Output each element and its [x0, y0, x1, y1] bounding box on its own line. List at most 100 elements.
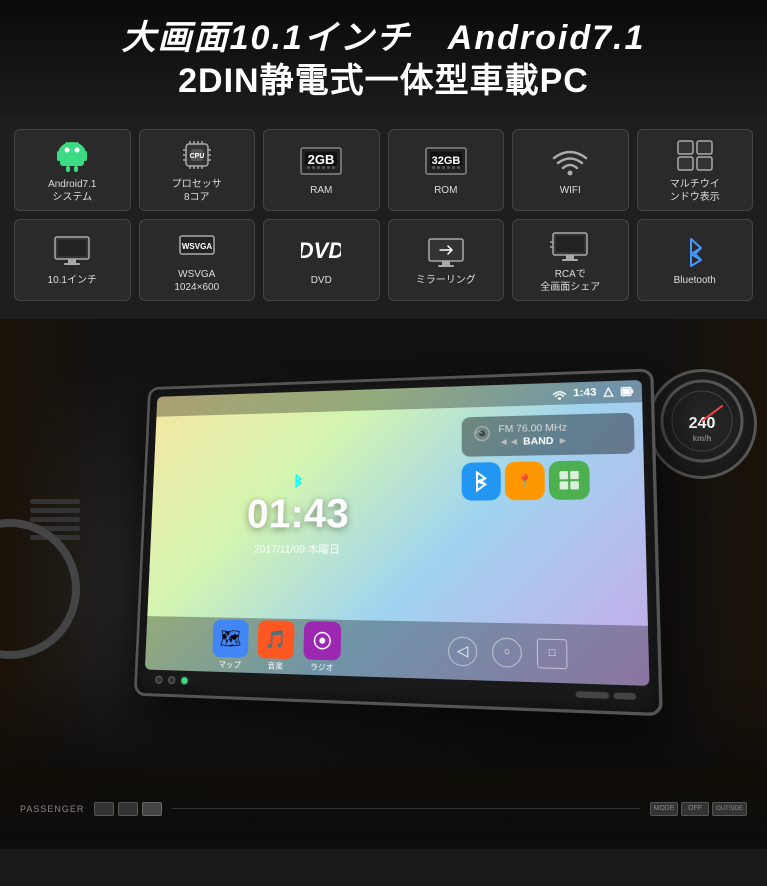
clock-display: 01:43: [246, 489, 349, 536]
app-radio-icon: [303, 621, 341, 660]
bluetooth-icon: [673, 232, 717, 270]
title-line2: 2DIN静電式一体型車載PC: [20, 59, 747, 103]
speedo-numbers: 240 km/h: [657, 376, 747, 471]
svg-text:DVD: DVD: [301, 238, 341, 263]
feature-rom: 32GB ROM: [388, 129, 505, 211]
mirror-icon: [424, 232, 468, 270]
monitor-icon: [50, 232, 94, 270]
right-controls: [575, 691, 636, 700]
feature-ram: 2GB RAM: [263, 129, 380, 211]
nav-back-btn[interactable]: ◁: [447, 636, 476, 666]
app-grid: 📍: [461, 460, 635, 501]
cpu-label: プロセッサ8コア: [172, 178, 222, 204]
app-bottom-row: 🗺 マップ 🎵 音楽: [211, 619, 341, 673]
screen-clock-area: 01:43 2017/11/09 木曜日: [147, 408, 453, 622]
car-section: 240 km/h 1:43: [0, 319, 767, 849]
fm-widget: FM 76.00 MHz ◄◄ BAND ►: [461, 413, 634, 457]
feature-wifi: WIFI: [512, 129, 629, 211]
bottom-dashboard: PASSENGER MODE OFF OUTSIDE: [0, 769, 767, 849]
mirror-label: ミラーリング: [416, 274, 476, 287]
svg-text:32GB: 32GB: [431, 155, 460, 167]
rca-label: RCAで全画面シェア: [540, 268, 600, 294]
feature-dvd: DVD DVD: [263, 219, 380, 301]
bluetooth-status: [290, 473, 305, 489]
control-dot: [155, 676, 163, 684]
app-maps-label: マップ: [218, 659, 241, 671]
control-buttons: [94, 802, 162, 816]
feature-wsvga: WSVGA WSVGA1024×600: [139, 219, 256, 301]
app-navigation[interactable]: 📍: [504, 461, 544, 500]
app-maps-icon: 🗺: [212, 619, 249, 657]
dashboard-controls: PASSENGER MODE OFF OUTSIDE: [0, 769, 767, 849]
nav-buttons: ◁ ○ □: [447, 636, 567, 669]
feature-android: Android7.1システム: [14, 129, 131, 211]
feature-rca: RCAで全画面シェア: [512, 219, 629, 301]
off-btn: OFF: [681, 802, 709, 816]
outsider-btn: OUTSIDE: [712, 802, 747, 816]
header-section: 大画面10.1インチ Android7.1 2DIN静電式一体型車載PC: [0, 0, 767, 117]
features-section: Android7.1システム CPU: [0, 117, 767, 319]
svg-text:2GB: 2GB: [308, 152, 335, 167]
aux-slot: [613, 692, 636, 699]
cpu-icon: CPU: [175, 136, 219, 174]
vent-slot: [30, 508, 80, 513]
features-row1: Android7.1システム CPU: [14, 129, 753, 211]
nav-recent-btn[interactable]: □: [536, 638, 567, 669]
android-icon: [50, 136, 94, 174]
ram-icon: 2GB: [299, 142, 343, 180]
bluetooth-label: Bluetooth: [674, 274, 716, 287]
ctrl-btn: [118, 802, 138, 816]
head-unit-screen: 1:43 01:43 2017: [144, 380, 649, 686]
rom-icon: 32GB: [424, 142, 468, 180]
svg-text:240: 240: [689, 415, 716, 432]
dvd-icon: DVD: [299, 232, 343, 270]
speedometer: 240 km/h: [647, 369, 757, 479]
rom-label: ROM: [434, 184, 457, 197]
title-line1: 大画面10.1インチ Android7.1: [20, 18, 747, 59]
multi-icon: [673, 136, 717, 174]
passenger-label: PASSENGER: [20, 804, 84, 814]
feature-cpu: CPU: [139, 129, 256, 211]
control-dot: [167, 676, 175, 684]
ctrl-btn: [142, 802, 162, 816]
feature-screen: 10.1インチ: [14, 219, 131, 301]
app-music-label: 音楽: [267, 660, 283, 672]
svg-text:CPU: CPU: [189, 153, 204, 160]
usb-slot: [575, 691, 609, 699]
rca-icon: [548, 226, 592, 264]
wifi-icon: [548, 142, 592, 180]
ctrl-btn: [94, 802, 114, 816]
android-label: Android7.1システム: [48, 178, 96, 204]
app-maps-item[interactable]: 🗺 マップ: [211, 619, 248, 670]
svg-text:WSVGA: WSVGA: [182, 242, 212, 251]
svg-text:km/h: km/h: [693, 434, 712, 443]
mode-buttons: MODE OFF OUTSIDE: [650, 802, 747, 816]
screen-label: 10.1インチ: [48, 274, 97, 287]
app-radio-item[interactable]: ラジオ: [303, 621, 341, 674]
multi-label: マルチウインドウ表示: [670, 178, 720, 204]
app-radio-label: ラジオ: [309, 662, 333, 674]
dash-divider: [172, 808, 640, 809]
power-led: [180, 677, 188, 685]
vent-slot: [30, 499, 80, 504]
head-unit-outer: 1:43 01:43 2017: [133, 368, 662, 716]
feature-mirror: ミラーリング: [388, 219, 505, 301]
nav-home-btn[interactable]: ○: [491, 637, 521, 667]
screen-main-content: 01:43 2017/11/09 木曜日 FM 76.00 MHz ◄◄: [147, 402, 648, 626]
app-music-icon: 🎵: [257, 620, 294, 659]
wsvga-label: WSVGA1024×600: [174, 268, 219, 294]
fm-controls: ◄◄ BAND ►: [498, 434, 625, 448]
features-row2: 10.1インチ WSVGA WSVGA1024×600 DVD: [14, 219, 753, 301]
ram-label: RAM: [310, 184, 332, 197]
wifi-label: WIFI: [560, 184, 581, 197]
left-controls: [155, 676, 188, 685]
page-wrapper: 大画面10.1インチ Android7.1 2DIN静電式一体型車載PC: [0, 0, 767, 886]
car-background: 240 km/h 1:43: [0, 319, 767, 849]
statusbar-time: 1:43: [573, 386, 597, 399]
feature-bluetooth: Bluetooth: [637, 219, 754, 301]
app-music-item[interactable]: 🎵 音楽: [256, 620, 294, 672]
clock-date: 2017/11/09 木曜日: [253, 540, 339, 556]
app-bluetooth[interactable]: [461, 462, 500, 501]
app-grid-icon[interactable]: [548, 461, 589, 500]
head-unit: 1:43 01:43 2017: [133, 368, 662, 716]
